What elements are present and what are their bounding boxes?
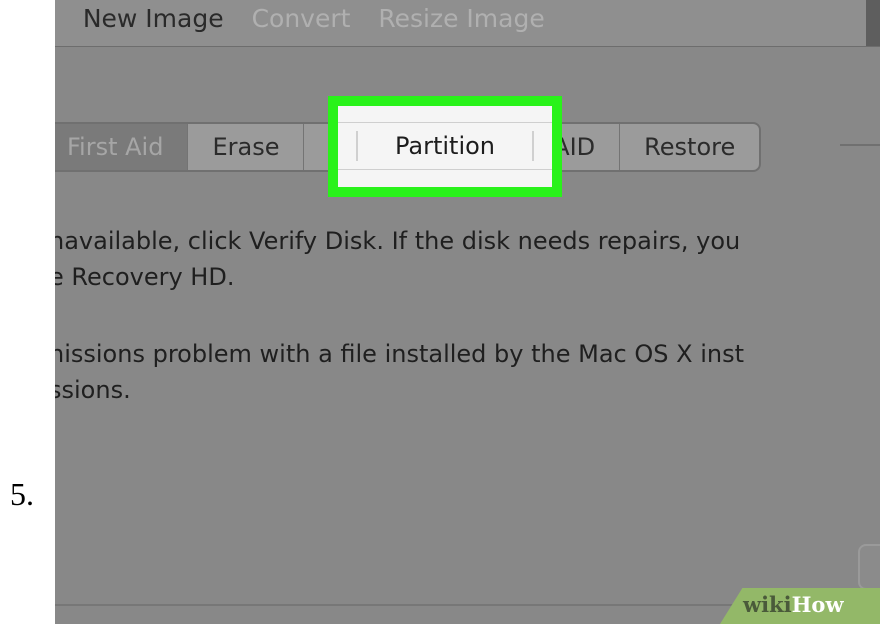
tab-restore[interactable]: Restore <box>620 124 759 170</box>
tab-bar-line <box>840 144 880 146</box>
toolbar-item-convert[interactable]: Convert <box>252 4 351 33</box>
tab-partition[interactable]: Partition <box>338 122 552 170</box>
wikihow-logo: wikiHow <box>743 592 844 617</box>
tab-separator <box>356 131 358 161</box>
wikihow-logo-wiki: wiki <box>743 592 792 617</box>
disk-utility-screenshot: g New Image Convert Resize Image First A… <box>55 0 880 624</box>
tab-erase[interactable]: Erase <box>188 124 305 170</box>
help-text-line: navailable, click Verify Disk. If the di… <box>55 227 741 255</box>
help-text-line: nissions problem with a file installed b… <box>55 340 744 368</box>
wikihow-logo-how: How <box>791 592 844 617</box>
step-number: 5. <box>10 476 34 512</box>
toolbar-edge <box>866 0 880 46</box>
highlight-box: Partition <box>328 96 562 197</box>
tab-first-aid[interactable]: First Aid <box>55 124 189 170</box>
tab-partition-label: Partition <box>394 132 496 160</box>
toolbar-item-resize-image[interactable]: Resize Image <box>378 4 544 33</box>
toolbar-items: g New Image Convert Resize Image <box>55 4 565 33</box>
help-text-line: ssions. <box>55 376 131 404</box>
toolbar: g New Image Convert Resize Image <box>55 0 880 47</box>
bottom-button[interactable] <box>858 544 880 590</box>
help-text-line: e Recovery HD. <box>55 263 235 291</box>
toolbar-item-new-image[interactable]: New Image <box>83 4 224 33</box>
tab-separator <box>532 131 534 161</box>
